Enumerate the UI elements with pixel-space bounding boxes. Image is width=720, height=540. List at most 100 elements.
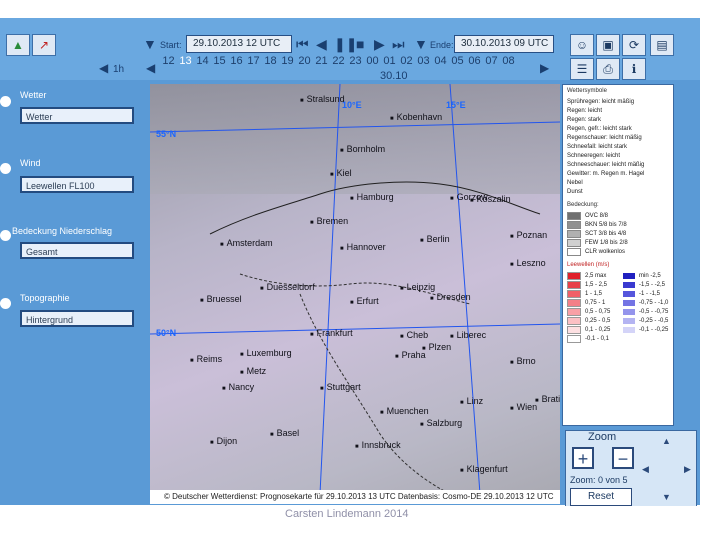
- legend-lee-neg: min -2,5: [639, 272, 661, 279]
- hour-item[interactable]: 20: [296, 55, 313, 67]
- legend-swatch: [567, 307, 581, 316]
- info-icon[interactable]: ℹ: [622, 58, 646, 80]
- pause-icon[interactable]: ❚❚: [334, 36, 357, 52]
- hour-item[interactable]: 05: [449, 55, 466, 67]
- hour-item[interactable]: 04: [432, 55, 449, 67]
- pan-down-icon[interactable]: ▼: [662, 492, 671, 502]
- hour-item[interactable]: 00: [364, 55, 381, 67]
- step-back-icon[interactable]: ◀: [316, 36, 327, 52]
- legend-cover-label: FEW 1/8 bis 2/8: [585, 239, 628, 246]
- hour-item[interactable]: 13: [177, 55, 194, 67]
- collapse-dot-icon[interactable]: [0, 96, 11, 107]
- hour-next-icon[interactable]: ▶: [540, 60, 549, 76]
- legend-cover-label: OVC 8/8: [585, 212, 609, 219]
- hour-item[interactable]: 19: [279, 55, 296, 67]
- city-label: Kobenhavn: [390, 112, 443, 122]
- hour-item[interactable]: 22: [330, 55, 347, 67]
- zoom-out-button[interactable]: −: [612, 447, 634, 469]
- legend-swatch: [623, 299, 635, 306]
- step-value[interactable]: 1h: [113, 62, 124, 78]
- refresh-icon[interactable]: ⟳: [622, 34, 646, 56]
- legend-cover-row: CLR wolkenlos: [563, 247, 673, 256]
- legend-cover-list: OVC 8/8 BKN 5/8 bis 7/8 SCT 3/8 bis 4/8 FEW…: [563, 211, 673, 256]
- hour-item[interactable]: 03: [415, 55, 432, 67]
- legend-weather-row: Schneeregen: leicht: [567, 152, 621, 159]
- grid-label: 15°E: [446, 100, 466, 110]
- city-label: Frankfurt: [310, 328, 353, 338]
- weather-select[interactable]: Wetter: [20, 107, 134, 124]
- legend-weather-row: Regen: stark: [567, 116, 602, 123]
- list-icon[interactable]: ☰: [570, 58, 594, 80]
- zoom-in-button[interactable]: +: [572, 447, 594, 469]
- step-prev-icon[interactable]: ◀: [99, 60, 108, 76]
- pan-up-icon[interactable]: ▲: [662, 436, 671, 446]
- hour-prev-icon[interactable]: ◀: [146, 60, 155, 76]
- last-frame-icon[interactable]: ⏭: [392, 36, 405, 52]
- end-dropdown-icon[interactable]: ▼: [414, 36, 428, 52]
- toolbar: ▲ ↗ ▼ Start: 29.10.2013 12 UTC ⏮ ◀ ❚❚ ■ …: [0, 18, 700, 82]
- stop-icon[interactable]: ■: [356, 36, 364, 52]
- wind-select[interactable]: Leewellen FL100: [20, 176, 134, 193]
- legend-cover-label: BKN 5/8 bis 7/8: [585, 221, 627, 228]
- city-label: Salzburg: [420, 418, 463, 428]
- hour-item[interactable]: 14: [194, 55, 211, 67]
- collapse-dot-icon[interactable]: [0, 298, 11, 309]
- end-time-field[interactable]: 30.10.2013 09 UTC: [454, 35, 554, 53]
- legend-swatch: [567, 247, 581, 256]
- pan-control: ▲ ◀ ▶ ▼: [640, 434, 694, 506]
- parallel-55n: [150, 121, 560, 133]
- user-icon[interactable]: ☺: [570, 34, 594, 56]
- hour-item[interactable]: 07: [483, 55, 500, 67]
- legend-swatch: [623, 317, 635, 324]
- hour-item[interactable]: 18: [262, 55, 279, 67]
- pan-left-icon[interactable]: ◀: [642, 464, 649, 475]
- app-logo-icon[interactable]: ▲: [6, 34, 30, 56]
- legend-lee-neg: -1,5 - -2,5: [639, 281, 666, 288]
- folder-icon[interactable]: ▤: [650, 34, 674, 56]
- collapse-dot-icon[interactable]: [0, 163, 11, 174]
- legend-swatch: [567, 334, 581, 343]
- hour-item[interactable]: 15: [211, 55, 228, 67]
- pan-right-icon[interactable]: ▶: [684, 464, 691, 475]
- legend-lee-pos: 0,1 - 0,25: [585, 326, 611, 333]
- first-frame-icon[interactable]: ⏮: [296, 36, 309, 52]
- print-icon[interactable]: ⎙: [596, 58, 620, 80]
- legend-swatch: [623, 308, 635, 315]
- chart-icon[interactable]: ↗: [32, 34, 56, 56]
- forecast-map[interactable]: 10°E 15°E 55°N 50°N Stralsund Kobenhavn Bo…: [150, 84, 560, 504]
- hour-strip[interactable]: 12 13 14 15 16 17 18 19 20 21 22 23 00 01 02 03 04 05 06 07…: [160, 55, 517, 67]
- city-label: Hannover: [340, 242, 386, 252]
- city-label: Klagenfurt: [460, 464, 508, 474]
- legend-swatch: [623, 326, 635, 333]
- hour-item[interactable]: 17: [245, 55, 262, 67]
- border-line: [299, 293, 451, 495]
- hour-item[interactable]: 23: [347, 55, 364, 67]
- hour-item[interactable]: 16: [228, 55, 245, 67]
- step-forward-icon[interactable]: ▶: [374, 36, 385, 52]
- city-label: Poznan: [510, 230, 548, 240]
- start-dropdown-icon[interactable]: ▼: [143, 36, 157, 52]
- hour-item[interactable]: 02: [398, 55, 415, 67]
- city-label: Liberec: [450, 330, 487, 340]
- city-label: Luxemburg: [240, 348, 292, 358]
- legend-lee-pos: 0,5 - 0,75: [585, 308, 611, 315]
- monitor-icon[interactable]: ▣: [596, 34, 620, 56]
- topo-select[interactable]: Hintergrund: [20, 310, 134, 327]
- hour-item[interactable]: 08: [500, 55, 517, 67]
- legend-lee-row: 1 - 1,5 -1 - -1,5: [563, 289, 673, 298]
- cover-select[interactable]: Gesamt: [20, 242, 134, 259]
- start-time-field[interactable]: 29.10.2013 12 UTC: [186, 35, 292, 53]
- reset-button[interactable]: Reset: [570, 488, 632, 506]
- legend-lee-neg: -0,25 - -0,5: [639, 317, 669, 324]
- hour-item[interactable]: 06: [466, 55, 483, 67]
- legend-swatch: [567, 220, 581, 229]
- city-label: Berlin: [420, 234, 450, 244]
- legend-lee-row: 0,1 - 0,25 -0,1 - -0,25: [563, 325, 673, 334]
- hour-item[interactable]: 01: [381, 55, 398, 67]
- hour-item[interactable]: 12: [160, 55, 177, 67]
- hour-item[interactable]: 21: [313, 55, 330, 67]
- legend-lee-neg: -0,5 - -0,75: [639, 308, 669, 315]
- legend-panel: Wettersymbole Sprühregen: leicht mäßig Re…: [562, 84, 674, 426]
- collapse-dot-icon[interactable]: [0, 230, 11, 241]
- legend-swatch: [567, 229, 581, 238]
